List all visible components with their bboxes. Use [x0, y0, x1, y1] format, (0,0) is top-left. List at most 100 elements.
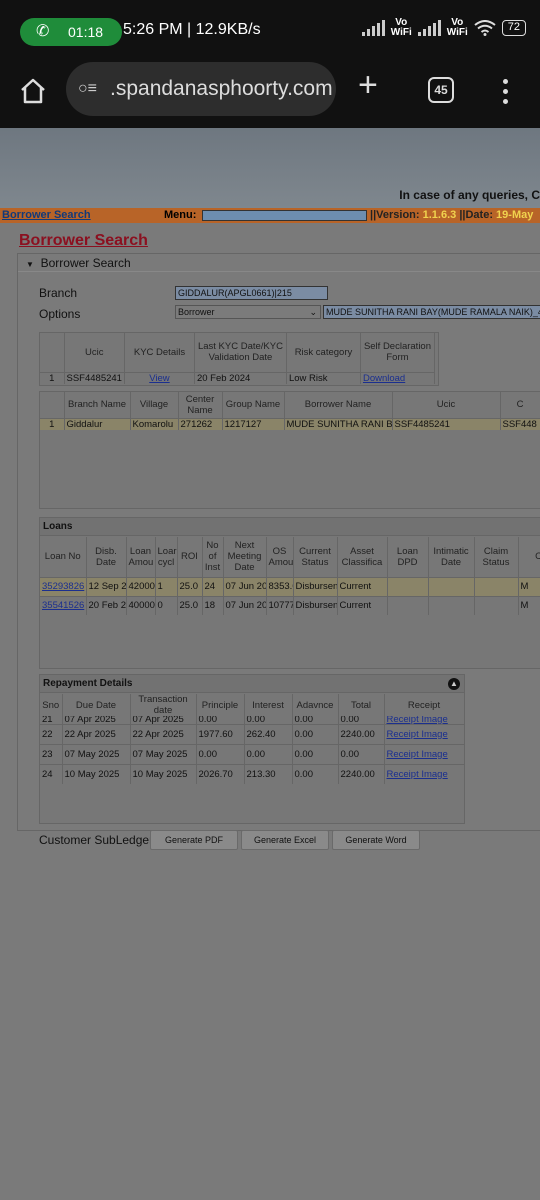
wifi-icon	[474, 20, 496, 36]
table-header: Loar cycl	[155, 537, 178, 577]
table-header: Risk category	[286, 333, 361, 372]
table-header: Intimatic Date	[428, 537, 475, 577]
table-row[interactable]: 1 Giddalur Komarolu 271262 1217127 MUDE …	[40, 417, 540, 430]
collapse-icon[interactable]: ▲	[448, 678, 460, 690]
table-header	[40, 333, 65, 372]
table-header: C	[500, 392, 540, 418]
kyc-table: Ucic KYC Details Last KYC Date/KYC Valid…	[39, 332, 439, 386]
table-header: Asset Classifica	[337, 537, 388, 577]
panel-title: Borrower Search	[40, 256, 131, 270]
loans-section: Loans Loan No Disb. Date Loan Amou Loar …	[39, 517, 540, 669]
repayment-title: Repayment Details ▲	[40, 675, 464, 693]
table-header: Sno	[40, 694, 63, 716]
call-timer: 01:18	[68, 24, 104, 40]
signal-icon-2	[417, 20, 441, 36]
table-header: Ucic	[64, 333, 125, 372]
phone-icon: ✆	[36, 23, 50, 40]
table-header: Due Date	[62, 694, 131, 716]
table-header: No of Inst	[202, 537, 224, 577]
table-header: Current Status	[293, 537, 338, 577]
vowifi-label-2: Vo WiFi	[446, 17, 468, 38]
menu-bar: Borrower Search Menu: ||Version: 1.1.6.3…	[0, 208, 540, 223]
receipt-image-link[interactable]: Receipt Image	[387, 769, 448, 780]
table-header: C	[518, 537, 540, 577]
table-header: Total	[338, 694, 385, 716]
query-notice: In case of any queries, Cor	[399, 188, 540, 202]
table-header: Loan No	[40, 537, 87, 577]
more-menu-icon[interactable]	[500, 76, 510, 106]
generate-excel-button[interactable]: Generate Excel	[241, 830, 329, 850]
view-kyc-link[interactable]: View	[149, 373, 169, 384]
table-row: 21 07 Apr 2025 07 Apr 2025 0.00 0.00 0.00 0.00…	[40, 716, 465, 724]
receipt-image-link[interactable]: Receipt Image	[387, 749, 448, 760]
generate-word-button[interactable]: Generate Word	[332, 830, 420, 850]
table-header: Borrower Name	[284, 392, 393, 418]
table-header: Adavnce	[292, 694, 339, 716]
table-header: Principle	[196, 694, 245, 716]
table-row: 24 10 May 2025 10 May 2025 2026.70 213.30 0.0…	[40, 763, 465, 784]
table-header: Ucic	[392, 392, 501, 418]
home-icon[interactable]	[18, 76, 48, 106]
table-row[interactable]: 35541526 20 Feb 2040000025.01807 Jun 201…	[40, 595, 540, 615]
table-row[interactable]: 35293826 12 Sep 2042000125.02407 Jun 208…	[40, 576, 540, 596]
table-header: Interest	[244, 694, 293, 716]
table-row: 22 22 Apr 2025 22 Apr 2025 1977.60 262.40 0.0…	[40, 723, 465, 744]
table-header	[40, 392, 65, 418]
branch-field[interactable]: GIDDALUR(APGL0661)|215	[175, 286, 328, 300]
url-text: .spandanasphoorty.com	[110, 77, 333, 100]
main-content: Borrower Search ▼ Borrower Search Branch…	[0, 223, 540, 1200]
options-label: Options	[39, 307, 81, 321]
status-bar: ✆ 01:18 5:26 PM | 12.9KB/s Vo WiFi Vo WiFi…	[0, 0, 540, 62]
loan-no-link[interactable]: 35293826	[42, 581, 84, 592]
address-bar[interactable]: ○≡ .spandanasphoorty.com	[66, 62, 336, 116]
status-icons: Vo WiFi Vo WiFi 72	[361, 17, 526, 38]
table-header: Loan DPD	[387, 537, 429, 577]
time-and-speed: 5:26 PM | 12.9KB/s	[123, 21, 261, 38]
generate-pdf-button[interactable]: Generate PDF	[150, 830, 238, 850]
table-header: Claim Status	[474, 537, 519, 577]
site-settings-icon[interactable]: ○≡	[78, 62, 97, 116]
signal-icon	[361, 20, 385, 36]
web-page: In case of any queries, Cor Borrower Sea…	[0, 128, 540, 1200]
vowifi-label-1: Vo WiFi	[390, 17, 412, 38]
receipt-image-link[interactable]: Receipt Image	[387, 729, 448, 740]
menu-label: Menu:	[164, 209, 197, 221]
battery-icon: 72	[501, 20, 526, 36]
browser-toolbar: ○≡ .spandanasphoorty.com + 45	[0, 62, 540, 128]
options-select[interactable]: Borrower ⌄	[175, 305, 321, 319]
borrower-search-link[interactable]: Borrower Search	[2, 209, 91, 221]
loan-no-link[interactable]: 35541526	[42, 600, 84, 611]
table-header: Village	[130, 392, 179, 418]
table-header: Next Meeting Date	[223, 537, 267, 577]
table-header: Receipt	[384, 694, 465, 716]
table-header: Disb. Date	[86, 537, 127, 577]
repayment-section: Repayment Details ▲ Sno Due Date Transac…	[39, 674, 465, 824]
borrower-table: Branch Name Village Center Name Group Na…	[39, 391, 540, 509]
table-header: Group Name	[222, 392, 285, 418]
page-title: Borrower Search	[19, 232, 148, 249]
menu-dropdown[interactable]	[202, 210, 367, 221]
subledger-label: Customer SubLedger	[39, 833, 154, 847]
table-header: Center Name	[178, 392, 223, 418]
table-header: Self Declaration Form	[360, 333, 435, 372]
chevron-down-icon: ⌄	[309, 307, 317, 317]
table-header: Branch Name	[64, 392, 131, 418]
download-form-link[interactable]: Download	[363, 373, 405, 384]
borrower-search-panel: ▼ Borrower Search Branch GIDDALUR(APGL06…	[17, 253, 540, 850]
page-banner: In case of any queries, Cor	[0, 128, 540, 208]
call-indicator[interactable]: ✆ 01:18	[20, 18, 122, 46]
table-header: OS Amou	[266, 537, 294, 577]
table-header: ROI	[177, 537, 203, 577]
table-header: KYC Details	[124, 333, 195, 372]
collapse-icon[interactable]: ▼	[26, 260, 34, 269]
tab-switcher-button[interactable]: 45	[428, 77, 454, 103]
table-header: Last KYC Date/KYC Validation Date	[194, 333, 287, 372]
receipt-image-link[interactable]: Receipt Image	[387, 716, 448, 724]
loans-title: Loans	[40, 518, 540, 536]
borrower-name-field[interactable]: MUDE SUNITHA RANI BAY(MUDE RAMALA NAIK)_…	[323, 305, 540, 319]
new-tab-icon[interactable]: +	[358, 66, 378, 105]
table-row: 1 SSF4485241 View 20 Feb 2024 Low Risk D…	[40, 371, 435, 384]
panel-header[interactable]: ▼ Borrower Search	[18, 254, 540, 272]
table-row: 23 07 May 2025 07 May 2025 0.00 0.00 0.00 0.00…	[40, 743, 465, 764]
table-header: Transaction date	[130, 694, 197, 716]
